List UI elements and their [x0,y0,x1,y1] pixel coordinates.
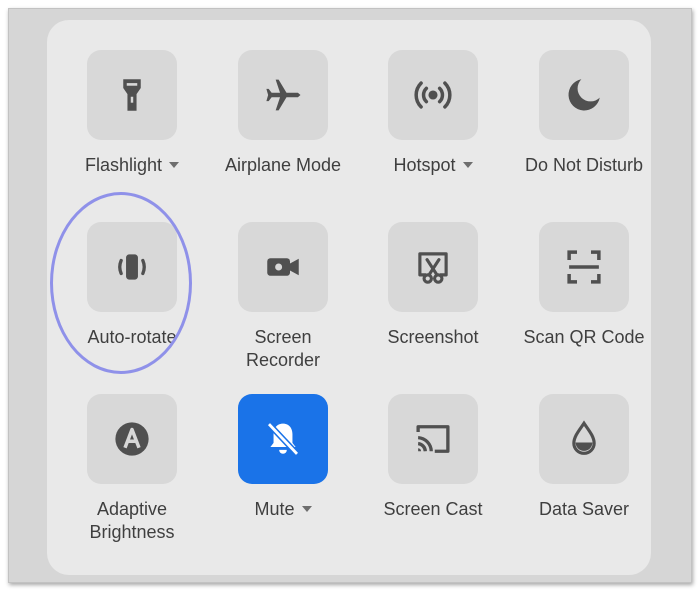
tile-label: Adaptive Brightness [89,499,175,542]
tile-label: Do Not Disturb [524,155,644,175]
tile-label: Data Saver [538,499,630,519]
screenshot-frame: Flashlight Airplane Mode Hotspot Do Not … [8,8,692,583]
dropdown-caret-icon[interactable] [301,506,312,512]
hotspot-button[interactable] [388,50,478,140]
flashlight-icon [123,79,141,111]
data-saver-icon [572,420,596,455]
airplane-icon [266,79,301,111]
auto-rotate-button[interactable] [87,222,177,312]
hotspot-icon [414,81,452,109]
tile-label: Mute [207,498,359,521]
dropdown-caret-icon[interactable] [169,162,180,168]
moon-icon [568,79,600,111]
data-saver-button[interactable] [539,394,629,484]
scan-qr-code-button[interactable] [539,222,629,312]
tile-label: Auto-rotate [87,327,177,347]
screenshot-button[interactable] [388,222,478,312]
tile-label: Scan QR Code [523,327,645,347]
flashlight-button[interactable] [87,50,177,140]
adaptive-brightness-icon [115,422,149,456]
tile-label: Screen Recorder [245,327,321,370]
dropdown-caret-icon[interactable] [462,162,473,168]
do-not-disturb-button[interactable] [539,50,629,140]
screen-recorder-button[interactable] [238,222,328,312]
tile-label: Flashlight [56,154,208,177]
mute-button[interactable] [238,394,328,484]
adaptive-brightness-button[interactable] [87,394,177,484]
quick-settings-panel: Flashlight Airplane Mode Hotspot Do Not … [47,20,651,575]
screenshot-scissors-icon [418,252,448,284]
cast-icon [416,425,450,453]
airplane-mode-button[interactable] [238,50,328,140]
bell-off-icon [266,422,300,456]
video-camera-icon [267,258,299,276]
qr-scan-icon [567,250,601,284]
auto-rotate-icon [118,254,146,280]
tile-label: Screen Cast [383,499,483,519]
tile-label: Hotspot [357,154,509,177]
tile-label: Airplane Mode [224,155,342,175]
tile-label: Screenshot [387,327,479,347]
screen-cast-button[interactable] [388,394,478,484]
